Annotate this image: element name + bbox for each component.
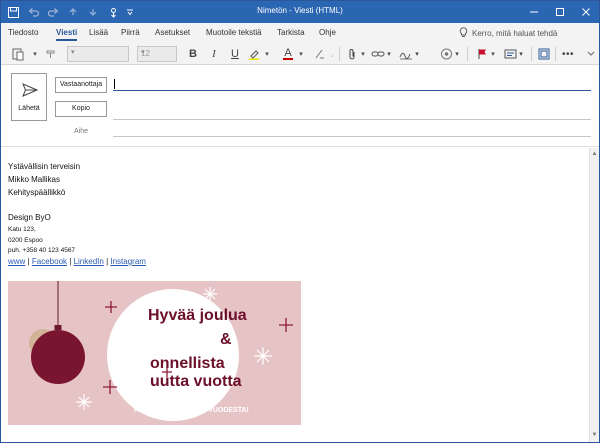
window-controls [521, 1, 599, 23]
close-button[interactable] [573, 1, 599, 23]
card-line2: onnellista [150, 355, 225, 372]
link-dropdown-icon[interactable]: ▾ [385, 46, 393, 62]
signature-phone: puh. +358 40 123 4567 [8, 247, 76, 254]
font-color-button[interactable]: A [281, 46, 295, 62]
dialog-launcher-icon[interactable]: ⌟ [329, 46, 335, 62]
tell-me-search[interactable]: Kerro, mitä haluat tehdä [459, 27, 557, 40]
subject-field[interactable] [113, 136, 591, 137]
lightbulb-icon [459, 27, 468, 40]
collapse-ribbon-icon[interactable] [586, 46, 596, 62]
sensitivity-icon[interactable] [439, 46, 453, 62]
outlook-compose-window: Nimetön - Viesti (HTML) Tiedosto Viesti … [0, 0, 600, 443]
attach-dropdown-icon[interactable]: ▾ [359, 46, 367, 62]
tab-lisaa[interactable]: Lisää [89, 28, 108, 37]
card-line3: uutta vuotta [150, 373, 242, 390]
paste-button[interactable] [7, 46, 29, 62]
maximize-button[interactable] [547, 1, 573, 23]
card-line1: Hyvää joulua [148, 307, 247, 324]
signature-name: Mikko Mallikas [8, 175, 61, 184]
card-ampersand: & [220, 331, 232, 348]
signature-links: www | Facebook | LinkedIn | Instagram [8, 257, 146, 266]
vertical-scrollbar[interactable]: ▲ ▼ [589, 148, 599, 442]
text-cursor [114, 79, 115, 89]
highlight-icon[interactable] [247, 46, 261, 62]
to-field[interactable] [113, 77, 591, 91]
highlight-dropdown-icon[interactable]: ▾ [263, 46, 271, 62]
ribbon-separator [339, 47, 340, 61]
link-icon[interactable] [371, 46, 385, 62]
options-dropdown-icon[interactable]: ▾ [517, 46, 525, 62]
christmas-card-image: Hyvää joulua & onnellista uutta vuotta K… [8, 281, 301, 425]
link-facebook[interactable]: Facebook [32, 257, 67, 266]
ribbon-separator [531, 47, 532, 61]
signature-street: Katu 123, [8, 226, 36, 233]
minimize-button[interactable] [521, 1, 547, 23]
link-www[interactable]: www [8, 257, 25, 266]
font-size-combo[interactable]: 12 ▾ [137, 46, 177, 62]
cc-button[interactable]: Kopio [55, 101, 107, 117]
chevron-down-icon: ▾ [71, 49, 75, 56]
tab-muotoile-tekstia[interactable]: Muotoile tekstiä [206, 28, 262, 37]
to-button[interactable]: Vastaanottaja [55, 77, 107, 93]
scroll-down-icon[interactable]: ▼ [590, 430, 599, 440]
italic-button[interactable]: I [206, 46, 222, 62]
signature-company: Design ByO [8, 213, 51, 222]
clear-formatting-icon[interactable] [313, 46, 327, 62]
tab-viesti[interactable]: Viesti [56, 28, 78, 41]
card-footer: KIITOS KULUNEESTA VUODESTA! [134, 407, 249, 414]
link-linkedin[interactable]: LinkedIn [74, 257, 104, 266]
signature-city: 0200 Espoo [8, 237, 43, 244]
ribbon-separator [555, 47, 556, 61]
signature-icon[interactable] [399, 46, 413, 62]
signature-role: Kehityspäällikkö [8, 188, 66, 197]
font-family-combo[interactable]: ▾ [67, 46, 129, 62]
options-icon[interactable] [503, 46, 517, 62]
font-color-dropdown-icon[interactable]: ▾ [297, 46, 305, 62]
more-icon[interactable]: ••• [561, 46, 575, 62]
send-button[interactable]: Lähetä [11, 73, 47, 121]
send-label: Lähetä [18, 105, 40, 112]
signature-dropdown-icon[interactable]: ▾ [413, 46, 421, 62]
tell-me-text: Kerro, mitä haluat tehdä [472, 29, 558, 38]
send-icon [22, 83, 39, 102]
tab-asetukset[interactable]: Asetukset [155, 28, 190, 37]
link-instagram[interactable]: Instagram [110, 257, 146, 266]
tab-piirra[interactable]: Piirrä [121, 28, 140, 37]
ribbon-separator [467, 47, 468, 61]
bold-button[interactable]: B [185, 46, 201, 62]
tab-ohje[interactable]: Ohje [319, 28, 336, 37]
ribbon-commands: ▾ ▾ 12 ▾ B I U ▾ A ▾ ⌟ ▾ ▾ ▾ ▾ ▾ ▾ ••• [1, 43, 599, 65]
flag-dropdown-icon[interactable]: ▾ [489, 46, 497, 62]
signature-greeting: Ystävällisin terveisin [8, 162, 81, 171]
format-painter-icon[interactable] [43, 46, 59, 62]
paperclip-icon[interactable] [345, 46, 359, 62]
cc-field[interactable] [113, 119, 591, 120]
tab-tiedosto[interactable]: Tiedosto [8, 28, 38, 37]
link-separator: | [27, 257, 30, 266]
paste-dropdown-icon[interactable]: ▾ [31, 46, 39, 62]
link-separator: | [106, 257, 109, 266]
scroll-up-icon[interactable]: ▲ [590, 149, 599, 159]
flag-icon[interactable] [475, 46, 489, 62]
ribbon-tabs: Tiedosto Viesti Lisää Piirrä Asetukset M… [1, 23, 599, 43]
link-separator: | [69, 257, 72, 266]
tab-tarkista[interactable]: Tarkista [277, 28, 305, 37]
subject-label: Aihe [74, 128, 89, 135]
sensitivity-dropdown-icon[interactable]: ▾ [453, 46, 461, 62]
chevron-down-icon: ▾ [141, 49, 145, 56]
christmas-card-graphic [29, 281, 293, 421]
view-icon[interactable] [537, 46, 551, 62]
title-bar: Nimetön - Viesti (HTML) [1, 1, 599, 23]
window-title: Nimetön - Viesti (HTML) [257, 6, 343, 15]
underline-button[interactable]: U [227, 46, 243, 62]
